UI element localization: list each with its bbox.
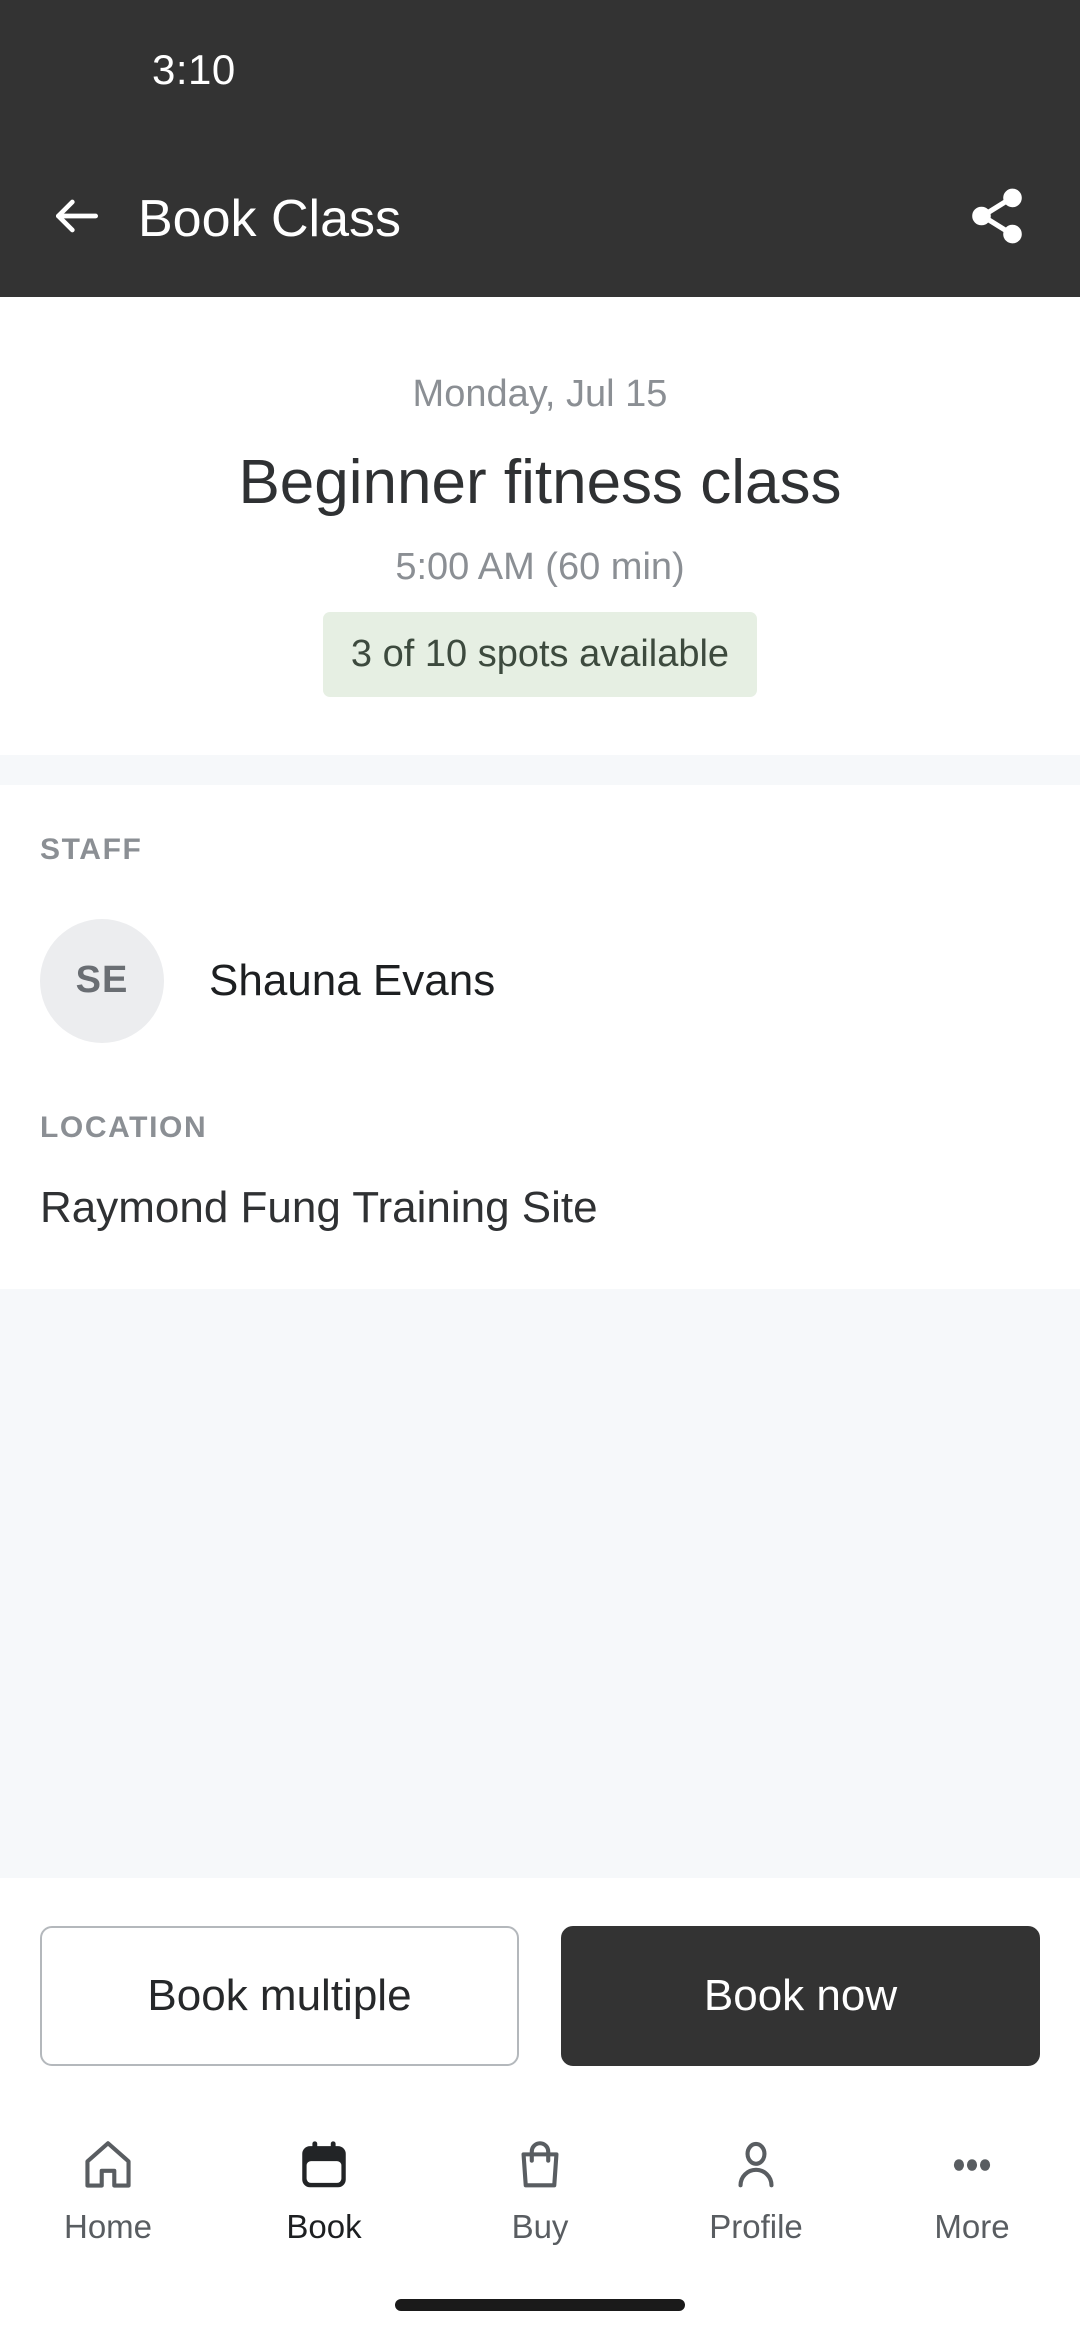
calendar-icon [295,2132,353,2198]
book-now-button[interactable]: Book now [561,1926,1040,2066]
status-bar-clock: 3:10 [152,46,236,93]
spots-badge-container: 3 of 10 spots available [40,612,1040,697]
app-screen: 3:10 Book Class Monday, Jul 15 Beginner … [0,0,1080,2340]
page-title: Book Class [138,189,401,248]
share-button[interactable] [962,184,1032,254]
nav-label-home: Home [63,2208,153,2245]
class-time-duration: 5:00 AM (60 min) [395,545,685,588]
nav-label-book: Book [286,2208,362,2245]
class-summary: Monday, Jul 15 Beginner fitness class 5:… [0,297,1080,755]
ellipsis-icon [943,2132,1001,2198]
spots-availability-badge: 3 of 10 spots available [322,612,758,697]
home-indicator[interactable] [395,2299,685,2311]
arrow-left-icon [49,188,105,249]
action-bar: Book multiple Book now [0,1878,1080,2110]
content-scroll[interactable]: Monday, Jul 15 Beginner fitness class 5:… [0,297,1080,1878]
nav-item-book[interactable]: Book [216,2126,432,2270]
home-indicator-area [0,2270,1080,2340]
bottom-navigation: Home Book Buy Profile More [0,2110,1080,2270]
avatar: SE [40,918,164,1043]
home-icon [79,2132,137,2198]
staff-section-label: STAFF [40,832,143,866]
nav-label-more: More [934,2208,1010,2245]
empty-section-area [0,1288,1080,1878]
class-details: STAFF SE Shauna Evans LOCATION Raymond F… [0,784,1080,1289]
share-icon [966,185,1028,252]
class-title: Beginner fitness class [238,447,842,517]
avatar-initials: SE [75,959,129,1002]
book-multiple-button[interactable]: Book multiple [40,1926,519,2066]
nav-label-profile: Profile [709,2208,803,2245]
section-divider-top [0,754,1080,785]
nav-item-profile[interactable]: Profile [648,2126,864,2270]
nav-item-home[interactable]: Home [0,2126,216,2270]
location-section-label: LOCATION [40,1110,208,1144]
location-value: Raymond Fung Training Site [40,1182,598,1232]
nav-item-more[interactable]: More [864,2126,1080,2270]
bag-icon [511,2132,569,2198]
back-button[interactable] [46,188,108,250]
status-bar: 3:10 [0,0,1080,140]
staff-name: Shauna Evans [209,955,496,1005]
class-date: Monday, Jul 15 [412,373,668,415]
app-bar: Book Class [0,140,1080,297]
nav-item-buy[interactable]: Buy [432,2126,648,2270]
person-icon [727,2132,785,2198]
nav-label-buy: Buy [511,2208,569,2245]
staff-row[interactable]: SE Shauna Evans [40,918,1040,1043]
